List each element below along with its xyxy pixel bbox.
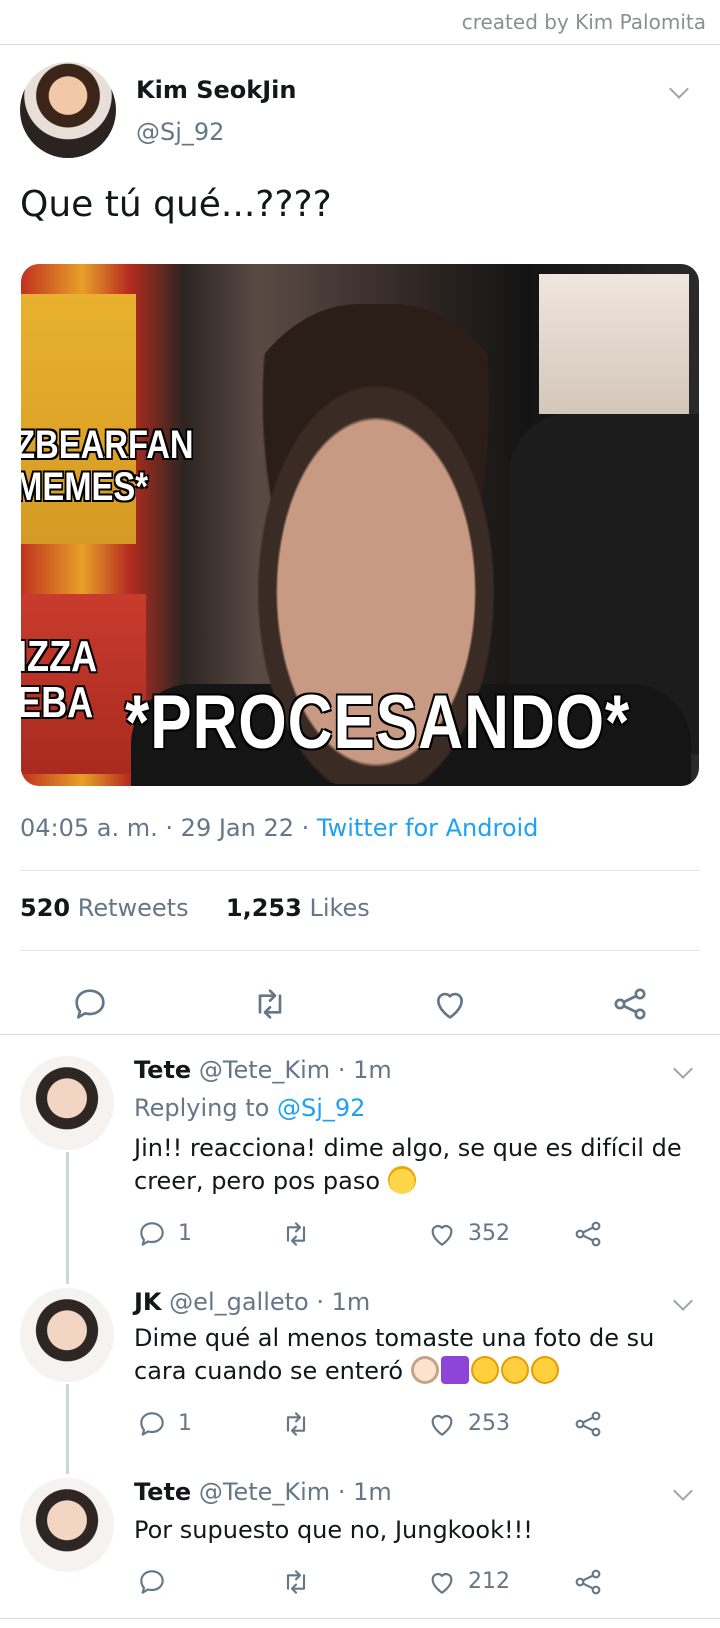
reply-text: Dime qué al menos tomaste una foto de su… [134, 1322, 694, 1388]
tweet-text: Que tú qué...???? [20, 184, 332, 225]
meta-separator: · [301, 814, 317, 842]
reply-text-body: Dime qué al menos tomaste una foto de su… [134, 1324, 655, 1385]
rofl-emoji-icon [470, 1356, 499, 1384]
reply-icon[interactable] [136, 1566, 168, 1598]
divider [20, 870, 700, 871]
reply-time: 1m [353, 1056, 392, 1084]
reply-header: JK @el_galleto · 1m [134, 1288, 370, 1316]
chevron-down-icon[interactable] [673, 1481, 693, 1501]
share-icon[interactable] [572, 1566, 604, 1598]
image-caption-bottom: IZZA EBA [21, 632, 98, 727]
divider [0, 1034, 720, 1035]
reply-count: 1 [178, 1411, 192, 1436]
retweet-icon[interactable] [280, 1566, 312, 1598]
share-icon[interactable] [572, 1218, 604, 1250]
tweet-actions [0, 972, 720, 1042]
reply-author-handle[interactable]: @Tete_Kim [199, 1478, 330, 1506]
chevron-down-icon[interactable] [673, 1291, 693, 1311]
like-icon[interactable] [430, 984, 470, 1024]
divider [0, 1618, 720, 1619]
image-poster [539, 274, 689, 414]
reply-text: Jin!! reacciona! dime algo, se que es di… [134, 1132, 694, 1198]
divider [20, 950, 700, 951]
rofl-emoji-icon [530, 1356, 559, 1384]
like-icon[interactable] [426, 1408, 458, 1440]
tweet-stats: 520 Retweets 1,253 Likes [20, 894, 370, 922]
image-caption-main: *PROCESANDO* [125, 680, 631, 765]
avatar[interactable] [20, 62, 116, 158]
creator-credit: created by Kim Palomita [461, 10, 706, 34]
reply-icon[interactable] [70, 984, 110, 1024]
author-name[interactable]: Kim SeokJin [136, 76, 296, 104]
meta-separator: · [337, 1478, 354, 1506]
tweet-time: 04:05 a. m. [20, 814, 158, 842]
rofl-emoji-icon [500, 1356, 529, 1384]
share-icon[interactable] [610, 984, 650, 1024]
like-count: 352 [468, 1221, 510, 1246]
tweet-image[interactable]: ZBEARFAN MEMES* IZZA EBA *PROCESANDO* [21, 264, 699, 786]
retweets-stat[interactable]: 520 Retweets [20, 894, 189, 922]
author-handle[interactable]: @Sj_92 [136, 118, 224, 146]
retweet-icon[interactable] [250, 984, 290, 1024]
retweet-icon[interactable] [280, 1408, 312, 1440]
elevator-sign-emoji-icon [440, 1356, 469, 1384]
reply-header: Tete @Tete_Kim · 1m [134, 1478, 392, 1506]
meta-separator: · [337, 1056, 354, 1084]
chevron-down-icon[interactable] [669, 79, 689, 99]
reply-header: Tete @Tete_Kim · 1m [134, 1056, 392, 1084]
likes-stat[interactable]: 1,253 Likes [226, 894, 370, 922]
likes-label: Likes [309, 894, 370, 922]
retweets-label: Retweets [77, 894, 189, 922]
reply-tweet[interactable]: Tete @Tete_Kim · 1m Replying to @Sj_92 J… [0, 1056, 720, 1266]
avatar[interactable] [20, 1288, 114, 1382]
reply-icon[interactable] [136, 1218, 168, 1250]
ok-hand-emoji-icon [410, 1356, 439, 1384]
tweet-date: 29 Jan 22 [180, 814, 295, 842]
replying-to: Replying to @Sj_92 [134, 1094, 365, 1122]
retweet-icon[interactable] [280, 1218, 312, 1250]
sweat-smile-emoji-icon [387, 1166, 416, 1194]
retweets-count: 520 [20, 894, 71, 922]
replying-to-handle[interactable]: @Sj_92 [277, 1094, 365, 1122]
avatar[interactable] [20, 1056, 114, 1150]
likes-count: 1,253 [225, 894, 302, 922]
meta-separator: · [165, 814, 181, 842]
reply-author-name[interactable]: Tete [134, 1478, 191, 1506]
top-divider [0, 44, 720, 45]
share-icon[interactable] [572, 1408, 604, 1440]
replying-label: Replying to [134, 1094, 270, 1122]
tweet-source-link[interactable]: Twitter for Android [317, 814, 538, 842]
like-count: 212 [468, 1569, 510, 1594]
reply-actions: 212 [0, 1566, 720, 1606]
reply-time: 1m [331, 1288, 371, 1316]
reply-icon[interactable] [136, 1408, 168, 1440]
reply-author-handle[interactable]: @Tete_Kim [199, 1056, 330, 1084]
reply-count: 1 [178, 1221, 192, 1246]
reply-tweet[interactable]: JK @el_galleto · 1m Dime qué al menos to… [0, 1288, 720, 1468]
reply-actions: 1 253 [0, 1408, 720, 1448]
tweet-author[interactable]: Kim SeokJin @Sj_92 [20, 62, 700, 162]
like-icon[interactable] [426, 1566, 458, 1598]
reply-text: Por supuesto que no, Jungkook!!! [134, 1516, 533, 1544]
reply-author-handle[interactable]: @el_galleto [169, 1288, 309, 1316]
reply-author-name[interactable]: Tete [134, 1056, 191, 1084]
like-count: 253 [468, 1411, 510, 1436]
reply-time: 1m [353, 1478, 392, 1506]
like-icon[interactable] [426, 1218, 458, 1250]
reply-actions: 1 352 [0, 1218, 720, 1258]
meta-separator: · [316, 1288, 332, 1316]
chevron-down-icon[interactable] [673, 1059, 693, 1079]
image-caption-top: ZBEARFAN MEMES* [21, 423, 194, 509]
tweet-meta: 04:05 a. m. · 29 Jan 22 · Twitter for An… [20, 814, 538, 842]
avatar[interactable] [20, 1478, 114, 1572]
reply-tweet[interactable]: Tete @Tete_Kim · 1m Por supuesto que no,… [0, 1478, 720, 1618]
reply-author-name[interactable]: JK [134, 1288, 162, 1316]
